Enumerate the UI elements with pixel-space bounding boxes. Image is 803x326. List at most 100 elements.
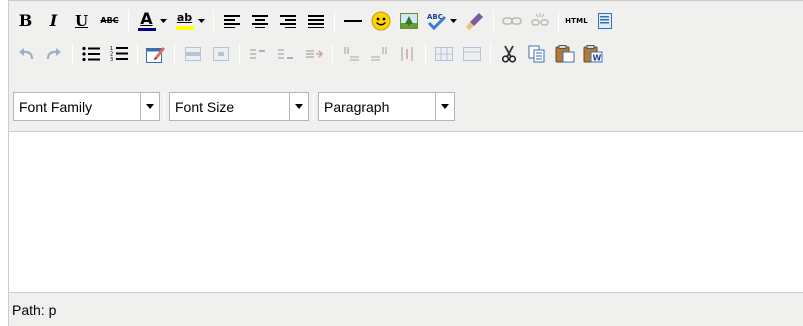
backcolor-icon: ab	[176, 11, 193, 24]
edit-button[interactable]	[143, 41, 168, 66]
toolbar-separator	[174, 42, 175, 65]
edit-icon	[145, 46, 165, 63]
chevron-down-icon	[449, 18, 457, 23]
col-after-icon	[370, 46, 387, 60]
chevron-down-icon	[441, 104, 449, 109]
toolbar-separator	[239, 42, 240, 65]
unlink-button[interactable]	[527, 8, 552, 33]
italic-button[interactable]: I	[41, 8, 66, 33]
strikethrough-icon: ABC	[100, 16, 119, 25]
image-button[interactable]	[396, 8, 421, 33]
link-button[interactable]	[499, 8, 524, 33]
underline-icon: U	[74, 11, 89, 30]
format-open-button[interactable]	[435, 93, 454, 120]
italic-icon: I	[49, 11, 58, 30]
toolbar-separator	[558, 9, 559, 32]
col-before-button[interactable]	[338, 41, 363, 66]
toolbar-row-2: 1 2 3 W	[9, 37, 608, 70]
rich-text-editor: B I U ABC A ab ABC HTML 1 2 3 W Font Fam…	[8, 0, 803, 326]
numbered-list-icon: 1 2 3	[110, 46, 128, 62]
smiley-icon	[371, 11, 390, 30]
cleanup-button[interactable]	[462, 8, 487, 33]
merge-cells-button[interactable]	[459, 41, 484, 66]
table-cell-props-button[interactable]	[208, 41, 233, 66]
merge-cells-icon	[462, 46, 481, 61]
toolbar-separator	[137, 42, 138, 65]
forecolor-dropdown-arrow[interactable]	[158, 11, 168, 31]
horizontal-rule-button[interactable]	[340, 8, 365, 33]
numbered-list-button[interactable]: 1 2 3	[106, 41, 131, 66]
editor-content-area[interactable]	[9, 131, 803, 293]
paste-button[interactable]	[552, 41, 577, 66]
paste-word-button[interactable]: W	[580, 41, 605, 66]
paste-icon	[555, 44, 574, 62]
font-size-open-button[interactable]	[289, 93, 308, 120]
chevron-down-icon	[146, 104, 154, 109]
delete-row-button[interactable]	[301, 41, 326, 66]
toolbar-separator	[213, 9, 214, 32]
delete-col-icon	[400, 46, 413, 61]
justify-full-icon	[307, 14, 324, 28]
toolbar-separator	[332, 42, 333, 65]
element-path: Path: p	[12, 301, 57, 318]
svg-text:3: 3	[110, 57, 113, 62]
paste-word-icon: W	[583, 44, 602, 62]
bullet-list-button[interactable]	[78, 41, 103, 66]
toolbar-separator	[334, 9, 335, 32]
toolbar-row-1: B I U ABC A ab ABC HTML	[9, 4, 617, 37]
toolbar-separator	[72, 42, 73, 65]
font-size-value: Font Size	[175, 98, 235, 115]
unlink-icon	[530, 12, 549, 26]
row-before-button[interactable]	[245, 41, 270, 66]
toolbar-separator	[490, 42, 491, 65]
font-family-open-button[interactable]	[140, 93, 159, 120]
justify-center-button[interactable]	[247, 8, 272, 33]
fullscreen-button[interactable]	[592, 8, 617, 33]
justify-full-button[interactable]	[303, 8, 328, 33]
toolbar-separator	[128, 9, 129, 32]
copy-button[interactable]	[524, 41, 549, 66]
spellcheck-button[interactable]: ABC	[424, 8, 449, 33]
spellcheck-icon: ABC	[427, 13, 446, 30]
delete-row-icon	[305, 49, 323, 58]
chevron-down-icon	[197, 18, 205, 23]
font-size-select[interactable]: Font Size	[169, 92, 309, 121]
undo-icon	[18, 47, 33, 59]
chevron-down-icon	[159, 18, 167, 23]
delete-col-button[interactable]	[394, 41, 419, 66]
html-source-icon: HTML	[565, 16, 588, 25]
col-before-icon	[343, 46, 359, 60]
emotions-button[interactable]	[368, 8, 393, 33]
undo-button[interactable]	[13, 41, 38, 66]
underline-button[interactable]: U	[69, 8, 94, 33]
row-after-icon	[277, 48, 293, 59]
forecolor-bar	[137, 27, 156, 31]
bullet-list-icon	[81, 46, 100, 61]
toolbar-separator	[425, 42, 426, 65]
justify-center-icon	[251, 14, 268, 28]
justify-left-button[interactable]	[219, 8, 244, 33]
fullscreen-icon	[597, 12, 612, 29]
backcolor-dropdown-arrow[interactable]	[196, 11, 206, 31]
toolbar-separator	[164, 93, 165, 120]
redo-button[interactable]	[41, 41, 66, 66]
spellcheck-dropdown-arrow[interactable]	[448, 11, 458, 31]
bold-button[interactable]: B	[13, 8, 38, 33]
table-cell-icon	[212, 46, 229, 61]
col-after-button[interactable]	[366, 41, 391, 66]
split-cells-button[interactable]	[431, 41, 456, 66]
html-source-button[interactable]: HTML	[564, 8, 589, 33]
table-row-props-button[interactable]	[180, 41, 205, 66]
justify-right-button[interactable]	[275, 8, 300, 33]
forecolor-button[interactable]: A	[134, 8, 159, 33]
cleanup-icon	[465, 12, 483, 30]
strikethrough-button[interactable]: ABC	[97, 8, 122, 33]
status-bar: Path: p	[9, 293, 803, 326]
backcolor-button[interactable]: ab	[172, 8, 197, 33]
chevron-down-icon	[295, 104, 303, 109]
cut-button[interactable]	[496, 41, 521, 66]
font-family-select[interactable]: Font Family	[13, 92, 160, 121]
row-before-icon	[249, 48, 265, 59]
format-select[interactable]: Paragraph	[318, 92, 455, 121]
row-after-button[interactable]	[273, 41, 298, 66]
